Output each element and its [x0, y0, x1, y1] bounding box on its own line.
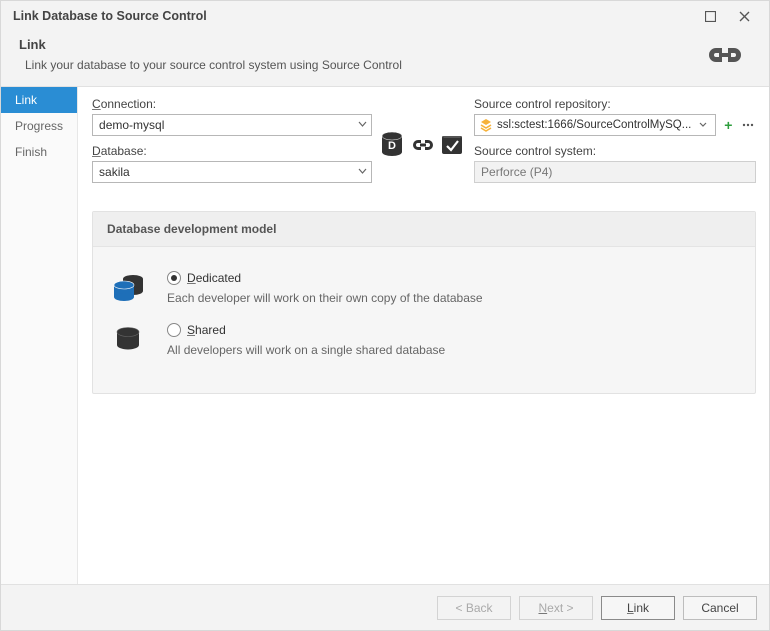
stack-icon [479, 118, 493, 132]
next-button[interactable]: Next > [519, 596, 593, 620]
body: Link Progress Finish Connection: demo-my… [1, 86, 769, 584]
model-option-shared[interactable]: Shared All developers will work on a sin… [109, 323, 739, 357]
dialog-window: Link Database to Source Control Link Lin… [0, 0, 770, 631]
chevron-down-icon [358, 167, 367, 176]
source-control-icon [440, 132, 466, 158]
main-content: Connection: demo-mysql Database: sakila [78, 87, 770, 584]
sidebar-step-finish[interactable]: Finish [1, 139, 77, 165]
connection-value: demo-mysql [99, 118, 164, 132]
database-value: sakila [99, 165, 130, 179]
repo-label: Source control repository: [474, 97, 756, 111]
radio-shared[interactable] [167, 323, 181, 337]
cancel-button[interactable]: Cancel [683, 596, 757, 620]
database-icon: D [380, 130, 406, 160]
scs-value: Perforce (P4) [481, 165, 552, 179]
svg-text:D: D [388, 140, 396, 152]
model-option-dedicated[interactable]: Dedicated Each developer will work on th… [109, 271, 739, 305]
dedicated-db-icon [109, 271, 149, 305]
dev-model-panel: Database development model [92, 211, 756, 394]
repo-value: ssl:sctest:1666/SourceControlMySQ... [497, 119, 691, 131]
shared-desc: All developers will work on a single sha… [167, 343, 739, 357]
radio-dedicated[interactable] [167, 271, 181, 285]
chevron-down-icon [358, 120, 367, 129]
link-logo-icon [705, 45, 745, 65]
page-title: Link [19, 37, 705, 52]
shared-db-icon [109, 323, 149, 353]
wizard-sidebar: Link Progress Finish [1, 87, 78, 584]
dedicated-desc: Each developer will work on their own co… [167, 291, 739, 305]
sidebar-step-link[interactable]: Link [1, 87, 77, 113]
dedicated-label: Dedicated [187, 271, 241, 285]
shared-label: Shared [187, 323, 226, 337]
page-subtitle: Link your database to your source contro… [19, 58, 705, 72]
sidebar-step-progress[interactable]: Progress [1, 113, 77, 139]
repo-more-button[interactable] [740, 117, 756, 133]
connection-label: Connection: [92, 97, 372, 111]
window-title: Link Database to Source Control [13, 9, 693, 23]
link-illustration: D [378, 107, 468, 183]
footer: < Back Next > Link Cancel [1, 584, 769, 630]
header: Link Link your database to your source c… [1, 31, 769, 86]
database-label: Database: [92, 144, 372, 158]
add-repo-button[interactable]: + [720, 117, 736, 133]
link-button[interactable]: Link [601, 596, 675, 620]
maximize-button[interactable] [693, 2, 727, 30]
scs-field: Perforce (P4) [474, 161, 756, 183]
repo-dropdown[interactable]: ssl:sctest:1666/SourceControlMySQ... [474, 114, 716, 136]
close-button[interactable] [727, 2, 761, 30]
database-dropdown[interactable]: sakila [92, 161, 372, 183]
titlebar: Link Database to Source Control [1, 1, 769, 31]
panel-title: Database development model [93, 212, 755, 247]
connection-dropdown[interactable]: demo-mysql [92, 114, 372, 136]
scs-label: Source control system: [474, 144, 756, 158]
back-button[interactable]: < Back [437, 596, 511, 620]
chevron-down-icon [695, 117, 711, 133]
chain-icon [412, 138, 434, 152]
